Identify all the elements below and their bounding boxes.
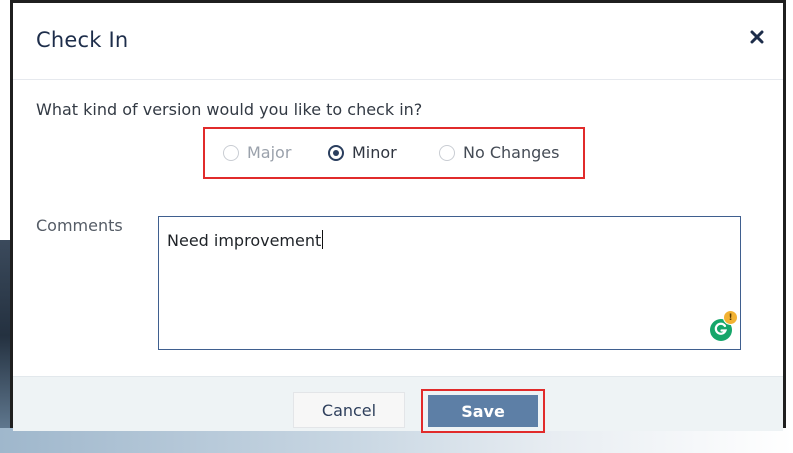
radio-label-major: Major [247,143,292,162]
comments-value: Need improvement [167,231,322,250]
dialog-footer: Cancel Save [13,376,783,433]
radio-major: Major [223,143,291,162]
version-question: What kind of version would you like to c… [36,100,423,119]
grammarly-alert-badge: ! [723,310,738,325]
close-button[interactable] [745,26,769,50]
radio-minor[interactable]: Minor [328,143,397,162]
dialog-title: Check In [36,28,129,52]
check-in-dialog: Check In What kind of version would you … [10,0,786,433]
radio-no-changes[interactable]: No Changes [439,143,559,162]
grammarly-button[interactable]: ! [710,310,738,341]
radio-circle [328,144,344,161]
header-divider [13,79,783,80]
save-highlight: Save [421,389,545,433]
comments-text: Need improvement [167,230,324,250]
version-radio-group: Major Minor No Changes [203,127,585,179]
comments-label: Comments [36,216,123,235]
text-caret [322,230,324,249]
radio-label-no-changes: No Changes [463,143,560,162]
radio-circle [223,144,239,161]
background-page-bottom [0,428,793,453]
close-icon [750,29,764,48]
radio-label-minor: Minor [352,143,397,162]
cancel-button[interactable]: Cancel [293,392,405,428]
save-button[interactable]: Save [428,395,538,427]
dialog-header: Check In [13,3,783,81]
comments-textarea[interactable]: Need improvement ! [158,216,741,350]
radio-circle [439,144,455,161]
